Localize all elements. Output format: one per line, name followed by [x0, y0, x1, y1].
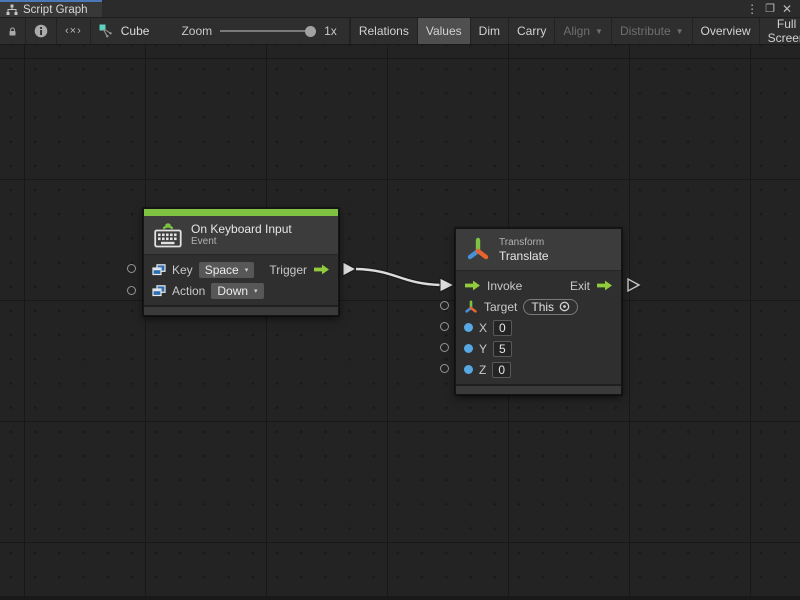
- invoke-label: Invoke: [487, 279, 522, 293]
- overview-button[interactable]: Overview: [692, 18, 759, 44]
- z-row: Z 0: [456, 359, 621, 380]
- exit-label: Exit: [570, 279, 590, 293]
- target-row: Target This: [456, 296, 621, 317]
- action-label: Action: [172, 284, 205, 298]
- node-title: Translate: [499, 249, 549, 263]
- node-footer: [456, 384, 621, 394]
- chevron-down-icon: ▼: [676, 27, 684, 36]
- graph-name: Cube: [121, 24, 150, 38]
- connection-layer: [0, 45, 800, 596]
- tab-script-graph[interactable]: Script Graph: [0, 0, 102, 17]
- key-row: Key Space ▾ Trigger: [144, 259, 338, 280]
- code-icon: ‹×›: [65, 25, 82, 37]
- event-accent-bar: [144, 209, 338, 216]
- zoom-slider-track: [220, 30, 316, 32]
- dim-button[interactable]: Dim: [470, 18, 508, 44]
- node-category: Transform: [499, 237, 549, 249]
- close-icon[interactable]: ✕: [782, 0, 792, 18]
- x-label: X: [479, 321, 487, 335]
- values-button[interactable]: Values: [417, 18, 470, 44]
- trigger-label: Trigger: [269, 263, 307, 277]
- self-target-icon: [559, 301, 570, 312]
- relations-button[interactable]: Relations: [350, 18, 417, 44]
- value-port-icon: [464, 344, 473, 353]
- node-title: On Keyboard Input: [191, 222, 292, 236]
- graph-toolbar: ‹×› Cube Zoom 1x Relations Values: [0, 18, 800, 45]
- y-row: Y 5: [456, 338, 621, 359]
- z-value-field[interactable]: 0: [492, 362, 511, 378]
- action-dropdown[interactable]: Down ▾: [211, 283, 263, 299]
- node-body: Invoke Exit Target: [456, 271, 621, 384]
- action-row: Action Down ▾: [144, 280, 338, 301]
- script-graph-window: Script Graph ⋮ ❐ ✕ ‹×›: [0, 0, 800, 600]
- flow-arrow-icon: [313, 264, 330, 275]
- info-button[interactable]: [26, 18, 57, 44]
- enum-value-icon: [152, 285, 166, 297]
- enum-value-icon: [152, 264, 166, 276]
- node-footer: [144, 305, 338, 315]
- window-edge: [0, 596, 800, 600]
- target-label: Target: [484, 300, 517, 314]
- tab-title: Script Graph: [23, 4, 88, 16]
- exit-output-port[interactable]: [628, 279, 639, 291]
- flow-arrow-icon: [464, 280, 481, 291]
- node-subtitle: Event: [191, 236, 292, 248]
- graph-breadcrumb[interactable]: Cube: [91, 18, 160, 44]
- window-controls: ⋮ ❐ ✕: [746, 0, 800, 17]
- transform-gizmo-icon: [466, 236, 490, 264]
- chevron-down-icon: ▼: [595, 27, 603, 36]
- z-input-port[interactable]: [440, 364, 449, 373]
- target-object-field[interactable]: This: [523, 299, 578, 315]
- lock-icon: [8, 25, 17, 38]
- trigger-output-arrow[interactable]: [343, 262, 356, 276]
- value-port-icon: [464, 323, 473, 332]
- graph-canvas[interactable]: On Keyboard Input Event Key Space ▾: [0, 45, 800, 596]
- key-label: Key: [172, 263, 193, 277]
- hierarchy-icon: [6, 4, 18, 16]
- translate-node[interactable]: Transform Translate Invoke Exit: [455, 228, 622, 395]
- zoom-value: 1x: [324, 24, 337, 38]
- x-input-port[interactable]: [440, 322, 449, 331]
- script-graph-asset-icon: [99, 24, 114, 38]
- target-input-port[interactable]: [440, 301, 449, 310]
- zoom-slider-handle[interactable]: [305, 26, 316, 37]
- on-keyboard-input-node[interactable]: On Keyboard Input Event Key Space ▾: [143, 208, 339, 316]
- zoom-label: Zoom: [181, 24, 212, 38]
- connection-wire-outline: [356, 269, 441, 285]
- x-value-field[interactable]: 0: [493, 320, 512, 336]
- action-input-port[interactable]: [127, 286, 136, 295]
- maximize-icon[interactable]: ❐: [765, 0, 775, 18]
- x-row: X 0: [456, 317, 621, 338]
- node-header: On Keyboard Input Event: [144, 216, 338, 255]
- chevron-down-icon: ▾: [254, 287, 258, 295]
- connection-wire: [356, 269, 441, 285]
- toolbar-buttons: Relations Values Dim Carry Align ▼ Distr…: [350, 18, 800, 44]
- distribute-button[interactable]: Distribute ▼: [611, 18, 692, 44]
- menu-icon[interactable]: ⋮: [746, 0, 758, 18]
- code-view-button[interactable]: ‹×›: [57, 18, 91, 44]
- z-label: Z: [479, 363, 486, 377]
- flow-arrow-icon: [596, 280, 613, 291]
- carry-button[interactable]: Carry: [508, 18, 554, 44]
- y-value-field[interactable]: 5: [493, 341, 512, 357]
- full-screen-button[interactable]: Full Screen: [759, 18, 800, 44]
- key-input-port[interactable]: [127, 264, 136, 273]
- tab-bar: Script Graph ⋮ ❐ ✕: [0, 0, 800, 18]
- node-body: Key Space ▾ Trigger: [144, 255, 338, 305]
- y-label: Y: [479, 342, 487, 356]
- invoke-row: Invoke Exit: [456, 275, 621, 296]
- transform-gizmo-icon: [464, 300, 478, 314]
- y-input-port[interactable]: [440, 343, 449, 352]
- keyboard-event-icon: [154, 222, 182, 248]
- zoom-slider[interactable]: [220, 24, 316, 38]
- key-dropdown[interactable]: Space ▾: [199, 262, 255, 278]
- zoom-control: Zoom 1x: [159, 18, 349, 44]
- align-button[interactable]: Align ▼: [554, 18, 611, 44]
- chevron-down-icon: ▾: [245, 266, 249, 274]
- lock-button[interactable]: [0, 18, 26, 44]
- node-header: Transform Translate: [456, 229, 621, 271]
- value-port-icon: [464, 365, 473, 374]
- invoke-input-arrow[interactable]: [440, 278, 454, 292]
- info-icon: [34, 24, 48, 38]
